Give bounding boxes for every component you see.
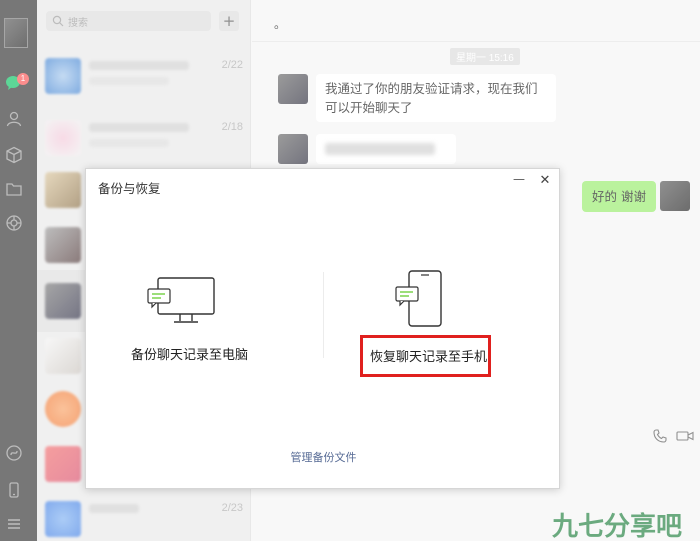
menu-icon[interactable] <box>5 515 23 533</box>
computer-icon[interactable] <box>146 275 218 327</box>
contact-name <box>89 504 139 513</box>
phone-icon[interactable] <box>5 481 23 499</box>
avatar <box>45 283 81 319</box>
session-date: 2/23 <box>221 502 243 514</box>
session-date: 2/22 <box>221 59 243 71</box>
incoming-message: 我通过了你的朋友验证请求，现在我们可以开始聊天了 <box>316 74 556 122</box>
incoming-message-blurred <box>316 134 456 164</box>
avatar <box>45 501 81 537</box>
unread-badge: 1 <box>17 73 29 85</box>
contact-name <box>89 123 189 132</box>
voice-call-icon[interactable] <box>652 428 668 444</box>
close-button[interactable]: ✕ <box>537 174 553 190</box>
phone-icon[interactable] <box>394 269 444 329</box>
sidebar-rail: 1 <box>0 0 37 541</box>
contacts-icon[interactable] <box>5 110 23 128</box>
search-box[interactable]: 搜索 <box>46 11 211 31</box>
video-call-icon[interactable] <box>676 428 694 444</box>
highlight-box <box>360 335 491 377</box>
contact-avatar[interactable] <box>278 134 308 164</box>
outgoing-message: 好的 谢谢 <box>582 181 656 212</box>
minimize-button[interactable]: — <box>511 173 527 189</box>
chat-title: 。 <box>274 17 287 31</box>
session-date: 2/18 <box>221 121 243 133</box>
moments-icon[interactable] <box>5 214 23 232</box>
last-message <box>89 139 169 147</box>
divider <box>323 272 324 358</box>
list-item[interactable]: 2/22 <box>37 45 251 107</box>
favorites-icon[interactable] <box>5 146 23 164</box>
last-message <box>89 77 169 85</box>
mini-program-icon[interactable] <box>5 444 23 462</box>
list-item[interactable]: 2/23 <box>37 488 251 541</box>
contact-avatar[interactable] <box>278 74 308 104</box>
contact-name <box>89 61 189 70</box>
folder-icon[interactable] <box>5 180 23 198</box>
my-avatar[interactable] <box>660 181 690 211</box>
avatar <box>45 120 81 156</box>
backup-to-pc-button[interactable]: 备份聊天记录至电脑 <box>131 344 248 363</box>
dialog-title: 备份与恢复 <box>98 181 161 196</box>
avatar <box>45 227 81 263</box>
backup-restore-dialog: 备份与恢复 — ✕ 备份聊天记录至电脑 恢复聊天记录至手机 管理备份文件 <box>85 168 560 489</box>
message-timestamp: 星期一 15:16 <box>450 48 520 65</box>
manage-backup-link[interactable]: 管理备份文件 <box>86 449 561 465</box>
search-icon <box>52 15 64 27</box>
avatar <box>45 446 81 482</box>
avatar <box>45 172 81 208</box>
search-placeholder: 搜索 <box>68 18 88 29</box>
user-avatar[interactable] <box>4 18 28 48</box>
avatar <box>45 391 81 427</box>
chat-header: 。 <box>252 0 700 42</box>
avatar <box>45 338 81 374</box>
avatar <box>45 58 81 94</box>
add-chat-button[interactable]: + <box>219 11 239 31</box>
watermark-logo: 九七分享吧 <box>552 512 683 541</box>
